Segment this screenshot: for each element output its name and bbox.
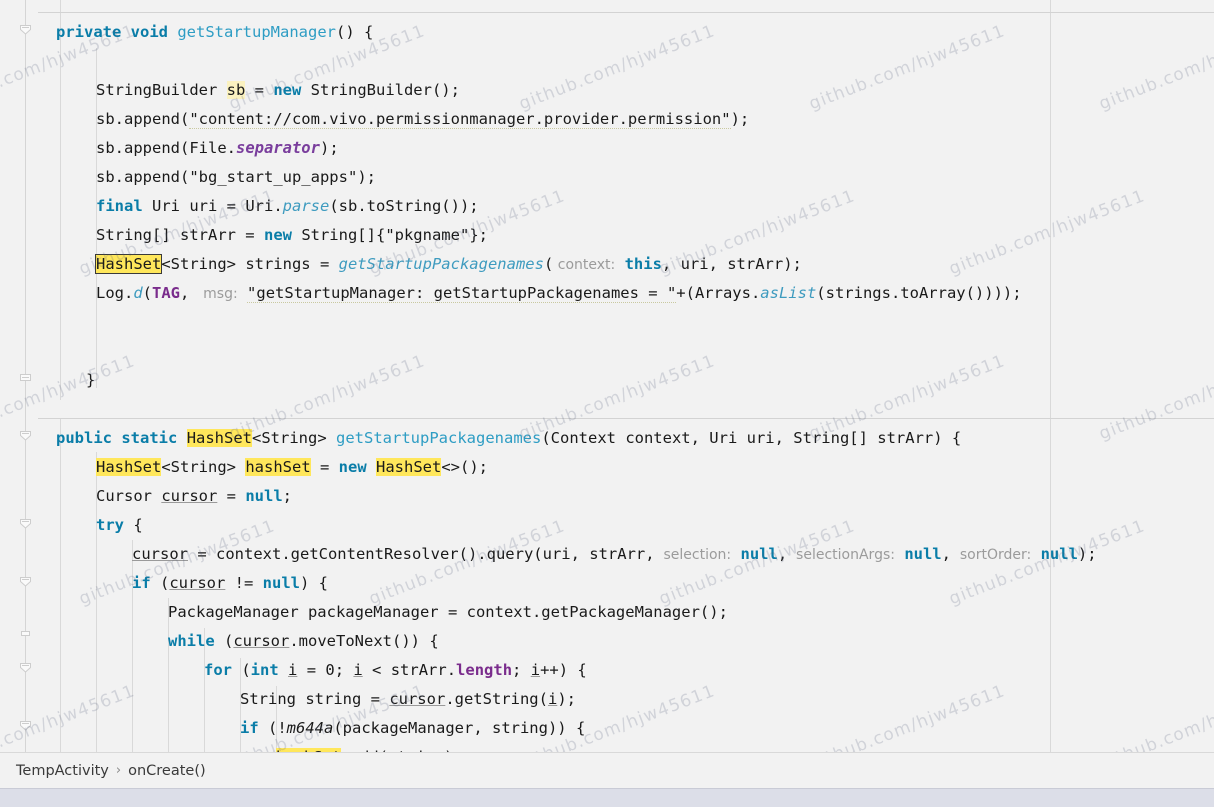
code-line[interactable]: hashSet.add(string); [276,743,463,752]
code-line[interactable]: } [86,366,95,396]
status-bar[interactable] [0,788,1214,807]
code-line[interactable]: sb.append("bg_start_up_apps"); [96,163,376,193]
code-line[interactable]: public static HashSet<String> getStartup… [56,424,961,454]
code-line[interactable]: private void getStartupManager() { [56,18,373,48]
source-code[interactable]: private void getStartupManager() { Strin… [38,0,1214,752]
breadcrumb-item-method[interactable]: onCreate() [128,763,206,779]
code-editor-window: private void getStartupManager() { Strin… [0,0,1214,807]
fold-marker-expanded[interactable] [18,428,33,443]
fold-marker-expanded[interactable] [18,718,33,733]
code-line[interactable]: PackageManager packageManager = context.… [168,598,728,628]
code-line[interactable]: while (cursor.moveToNext()) { [168,627,439,657]
code-line[interactable]: if (!m644a(packageManager, string)) { [240,714,585,744]
code-line[interactable]: Log.d(TAG, msg: "getStartupManager: getS… [96,279,1022,309]
fold-marker-expanded[interactable] [18,574,33,589]
code-line[interactable]: Cursor cursor = null; [96,482,292,512]
code-line[interactable]: StringBuilder sb = new StringBuilder(); [96,76,460,106]
code-line[interactable]: sb.append(File.separator); [96,134,339,164]
code-text-area[interactable]: private void getStartupManager() { Strin… [38,0,1214,752]
code-line[interactable]: for (int i = 0; i < strArr.length; i++) … [204,656,587,686]
breadcrumb-separator-icon: › [115,763,122,778]
code-line[interactable]: final Uri uri = Uri.parse(sb.toString())… [96,192,479,222]
fold-marker-end[interactable] [18,370,33,385]
breadcrumb[interactable]: TempActivity › onCreate() [0,752,1214,788]
fold-marker-small[interactable] [18,626,33,641]
breadcrumb-item-class[interactable]: TempActivity [16,763,109,779]
editor-gutter[interactable] [0,0,38,760]
fold-marker-expanded[interactable] [18,660,33,675]
code-line[interactable]: cursor = context.getContentResolver().qu… [132,540,1097,570]
code-line[interactable]: HashSet<String> hashSet = new HashSet<>(… [96,453,488,483]
code-line[interactable]: HashSet<String> strings = getStartupPack… [94,250,802,280]
code-line[interactable]: if (cursor != null) { [132,569,328,599]
fold-marker-expanded[interactable] [18,516,33,531]
fold-marker-expanded[interactable] [18,22,33,37]
code-line[interactable]: String[] strArr = new String[]{"pkgname"… [96,221,488,251]
code-line[interactable]: try { [96,511,143,541]
code-line[interactable]: String string = cursor.getString(i); [240,685,576,715]
code-line[interactable]: sb.append("content://com.vivo.permission… [96,105,749,135]
